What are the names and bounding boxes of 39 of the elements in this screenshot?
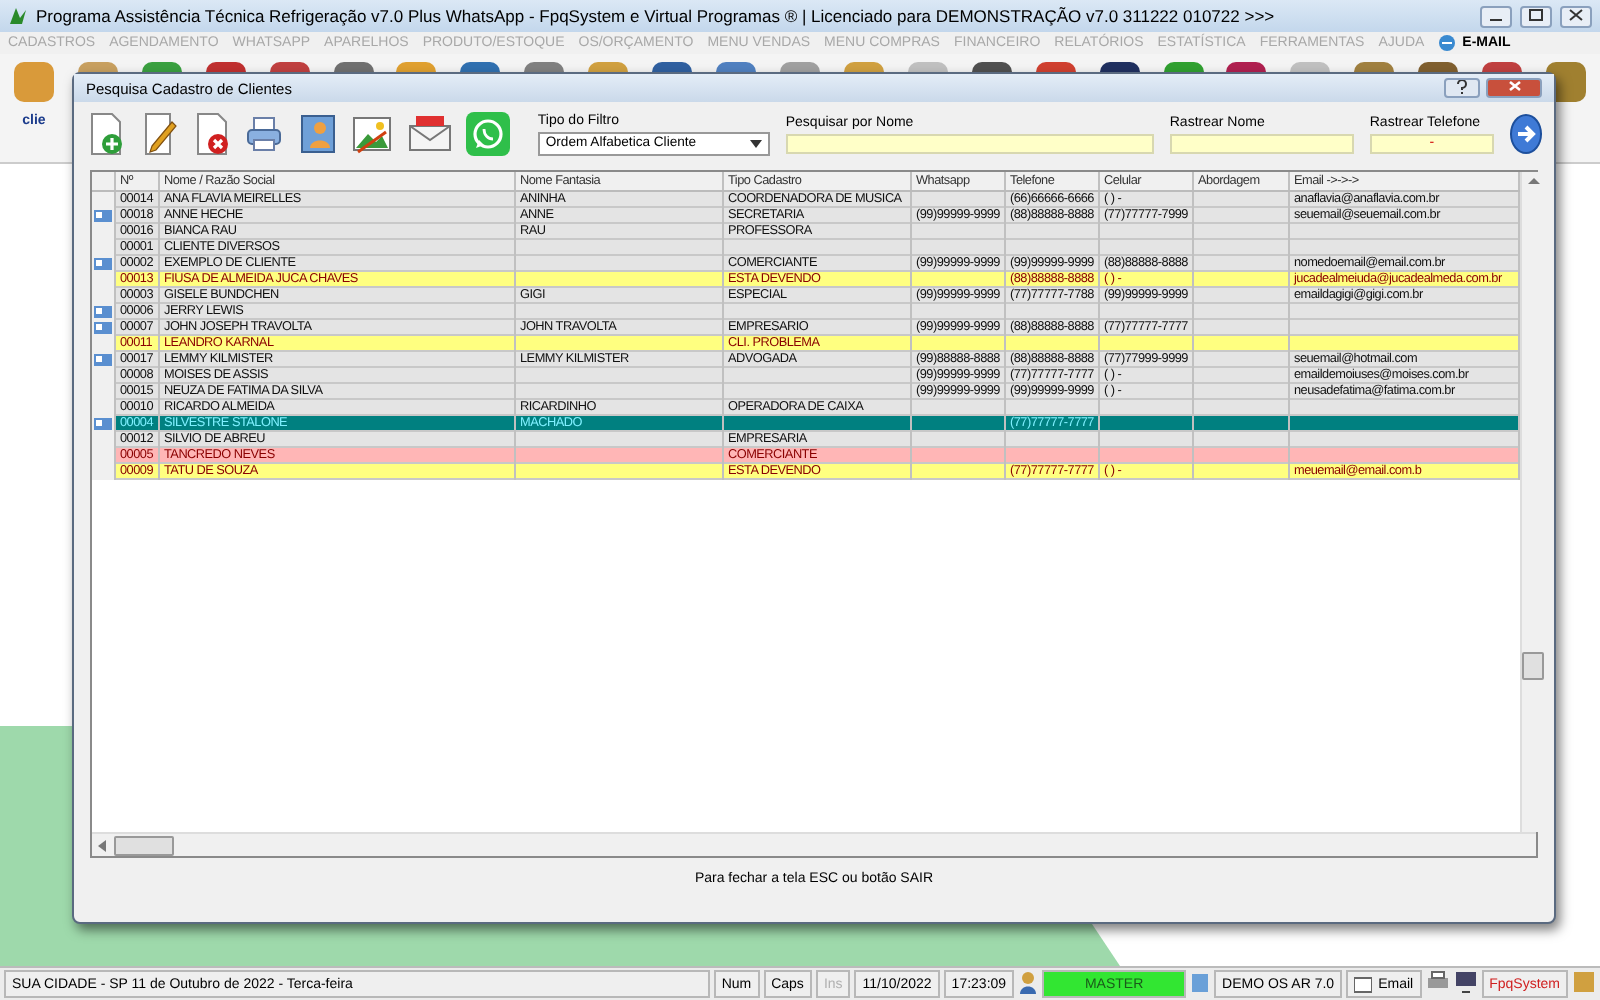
printer-icon	[244, 114, 285, 154]
help-icon	[1456, 80, 1468, 94]
monitor-icon[interactable]	[1453, 970, 1478, 994]
search-field[interactable]	[785, 133, 1154, 153]
left-arrow-icon[interactable]	[98, 839, 106, 851]
restore-icon	[1528, 7, 1544, 21]
tool-button[interactable]	[86, 108, 127, 160]
minimize-button[interactable]	[1480, 5, 1512, 27]
scroll-thumb[interactable]	[114, 835, 174, 855]
close-button[interactable]	[1560, 5, 1592, 27]
tool-button[interactable]	[465, 108, 510, 160]
person-card-icon	[297, 112, 338, 156]
app-logo-icon	[1572, 970, 1596, 994]
tool-button[interactable]	[191, 108, 233, 160]
horizontal-scrollbar[interactable]	[92, 832, 1536, 856]
picture-icon	[349, 112, 394, 156]
database-icon	[1190, 970, 1211, 994]
app-icon	[9, 58, 58, 106]
envelope-icon	[405, 114, 454, 154]
app-logo-icon	[8, 6, 28, 26]
scroll-thumb[interactable]	[1522, 652, 1544, 680]
go-button[interactable]	[1509, 114, 1542, 154]
close-icon	[1568, 7, 1584, 21]
user-icon	[1018, 970, 1039, 994]
restore-button[interactable]	[1520, 5, 1552, 27]
whatsapp-icon	[465, 112, 510, 156]
envelope-icon	[1354, 975, 1373, 993]
arrow-icon	[1513, 122, 1538, 146]
up-arrow-icon[interactable]	[1527, 172, 1539, 188]
caret-icon	[749, 139, 762, 147]
new-document-icon	[86, 112, 127, 156]
delete-document-icon	[191, 112, 232, 156]
edit-document-icon	[139, 112, 180, 156]
printer-icon[interactable]	[1425, 970, 1450, 994]
track-name-field[interactable]	[1169, 133, 1354, 153]
window-title: Programa Assistência Técnica Refrigeração v7.0 Plus WhatsApp - FpqSystem e Virtual Programas ® | Licenciado para DEMONSTRAÇÃO v7.0 311222 010722 >>>	[36, 6, 1277, 26]
close-icon	[1507, 80, 1521, 92]
vertical-scrollbar[interactable]	[1520, 172, 1544, 832]
help-button[interactable]	[1444, 78, 1480, 98]
